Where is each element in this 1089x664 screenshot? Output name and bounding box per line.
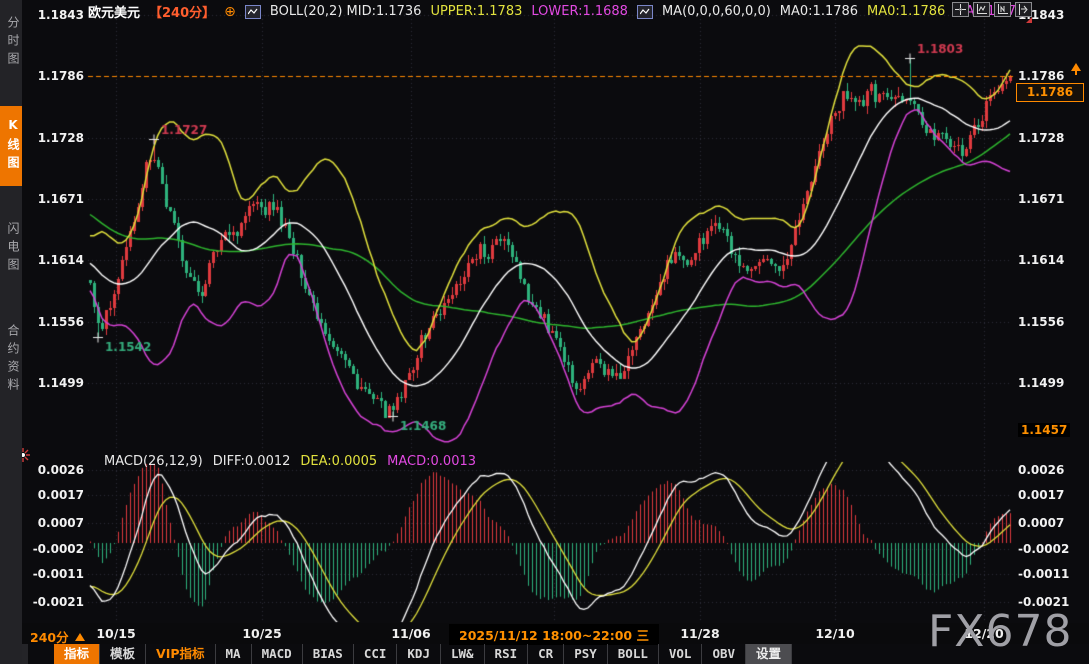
toolbar-button-vol[interactable]: VOL xyxy=(659,644,703,664)
watermark: FX678 xyxy=(928,610,1072,654)
toolbar-button-rsi[interactable]: RSI xyxy=(485,644,529,664)
toolbar-button-vip-indicators[interactable]: VIP指标 xyxy=(146,644,216,664)
boll-upper-value: UPPER:1.1783 xyxy=(430,4,522,19)
price-axis-label-right: 1.1556 xyxy=(1018,315,1084,329)
chart-tools xyxy=(952,2,1032,17)
toolbar-button-cci[interactable]: CCI xyxy=(354,644,398,664)
price-axis-label-left: 1.1614 xyxy=(24,253,84,267)
macd-axis-label-left: 0.0007 xyxy=(24,516,84,530)
add-compare-icon[interactable]: ⊕ xyxy=(224,4,236,20)
macd-axis-label-right: 0.0007 xyxy=(1018,516,1084,530)
chevron-up-icon xyxy=(75,633,85,641)
macd-axis-label-right: -0.0011 xyxy=(1018,567,1084,581)
ma0-value-2: MA0:1.1786 xyxy=(867,4,945,19)
macd-axis-label-right: -0.0002 xyxy=(1018,542,1084,556)
toolbar-button-macd[interactable]: MACD xyxy=(252,644,303,664)
timeline-date: 11/28 xyxy=(680,626,719,641)
macd-axis-label-left: 0.0017 xyxy=(24,488,84,502)
price-up-arrow-icon xyxy=(1071,63,1081,71)
ma-label: MA(0,0,0,60,0,0) xyxy=(662,4,771,19)
macd-axis-label-left: -0.0021 xyxy=(24,595,84,609)
ma-indicator-icon[interactable] xyxy=(637,5,653,19)
macd-diff-value: DIFF:0.0012 xyxy=(213,454,291,469)
current-price-box: 1.1786 xyxy=(1016,83,1084,102)
price-axis-label-right: 1.1614 xyxy=(1018,253,1084,267)
session-low-label: 1.1457 xyxy=(1018,423,1070,437)
indicator-toolbar: 指标模板VIP指标MAMACDBIASCCIKDJLW&RSICRPSYBOLL… xyxy=(54,644,792,664)
boll-indicator-icon[interactable] xyxy=(245,5,261,19)
toolbar-button-ma[interactable]: MA xyxy=(216,644,252,664)
toolbar-button-bias[interactable]: BIAS xyxy=(303,644,354,664)
period-label: 【240分】 xyxy=(149,2,215,21)
alert-corner-icon xyxy=(1026,17,1032,23)
macd-title: MACD(26,12,9) xyxy=(104,454,203,469)
chart-legend: 欧元美元 【240分】 ⊕ BOLL(20,2) MID:1.1736 UPPE… xyxy=(88,2,1033,21)
y-axis-scale-icon[interactable] xyxy=(973,2,990,17)
boll-mid-value: BOLL(20,2) MID:1.1736 xyxy=(270,4,422,19)
macd-axis-label-left: -0.0011 xyxy=(24,567,84,581)
macd-macd-value: MACD:0.0013 xyxy=(387,454,476,469)
sidebar-tab-time-chart[interactable]: 分时图 xyxy=(0,4,22,82)
selected-candle-time: 2025/11/12 18:00~22:00 三 xyxy=(449,624,659,645)
macd-axis-label-right: 0.0026 xyxy=(1018,463,1084,477)
toolbar-button-lw[interactable]: LW& xyxy=(441,644,485,664)
macd-axis-label-right: 0.0017 xyxy=(1018,488,1084,502)
timeline-date: 10/15 xyxy=(96,626,135,641)
macd-axis-label-left: -0.0002 xyxy=(24,542,84,556)
timeline-date: 12/10 xyxy=(815,626,854,641)
crosshair-icon[interactable] xyxy=(952,2,969,17)
price-axis-label-left: 1.1556 xyxy=(24,315,84,329)
candlestick-chart[interactable] xyxy=(0,0,1089,664)
macd-dea-value: DEA:0.0005 xyxy=(300,454,377,469)
price-axis-label-right: 1.1671 xyxy=(1018,192,1084,206)
sidebar-tab-flash-chart[interactable]: 闪电图 xyxy=(0,210,22,288)
toolbar-button-cr[interactable]: CR xyxy=(528,644,564,664)
sidebar-tab-kline-chart[interactable]: K线图 xyxy=(0,106,22,186)
sidebar: 分时图 K线图 闪电图 合约资料 xyxy=(0,0,22,664)
toolbar-button-settings[interactable]: 设置 xyxy=(746,644,792,664)
toolbar-button-indicators[interactable]: 指标 xyxy=(54,644,100,664)
sidebar-tab-contract-info[interactable]: 合约资料 xyxy=(0,312,22,408)
symbol-name: 欧元美元 xyxy=(88,2,140,21)
price-axis-label-left: 1.1671 xyxy=(24,192,84,206)
timeline-date: 11/06 xyxy=(391,626,430,641)
timeline: 240分 2025/11/12 18:00~22:00 三 10/1510/25… xyxy=(0,623,1089,644)
ma0-value-1: MA0:1.1786 xyxy=(780,4,858,19)
toolbar-button-obv[interactable]: OBV xyxy=(702,644,746,664)
price-axis-label-left: 1.1786 xyxy=(24,69,84,83)
pan-right-icon[interactable] xyxy=(1015,2,1032,17)
price-axis-label-right: 1.1728 xyxy=(1018,131,1084,145)
macd-axis-label-left: 0.0026 xyxy=(24,463,84,477)
price-axis-label-left: 1.1728 xyxy=(24,131,84,145)
toolbar-button-kdj[interactable]: KDJ xyxy=(397,644,441,664)
price-axis-label-right: 1.1499 xyxy=(1018,376,1084,390)
price-axis-label-left: 1.1499 xyxy=(24,376,84,390)
boll-lower-value: LOWER:1.1688 xyxy=(531,4,628,19)
macd-legend: MACD(26,12,9) DIFF:0.0012 DEA:0.0005 MAC… xyxy=(104,454,476,469)
price-axis-label-left: 1.1843 xyxy=(24,8,84,22)
toolbar-button-boll[interactable]: BOLL xyxy=(608,644,659,664)
toolbar-button-psy[interactable]: PSY xyxy=(564,644,608,664)
toolbar-button-templates[interactable]: 模板 xyxy=(100,644,146,664)
x-axis-scale-icon[interactable] xyxy=(994,2,1011,17)
timeline-date: 10/25 xyxy=(242,626,281,641)
